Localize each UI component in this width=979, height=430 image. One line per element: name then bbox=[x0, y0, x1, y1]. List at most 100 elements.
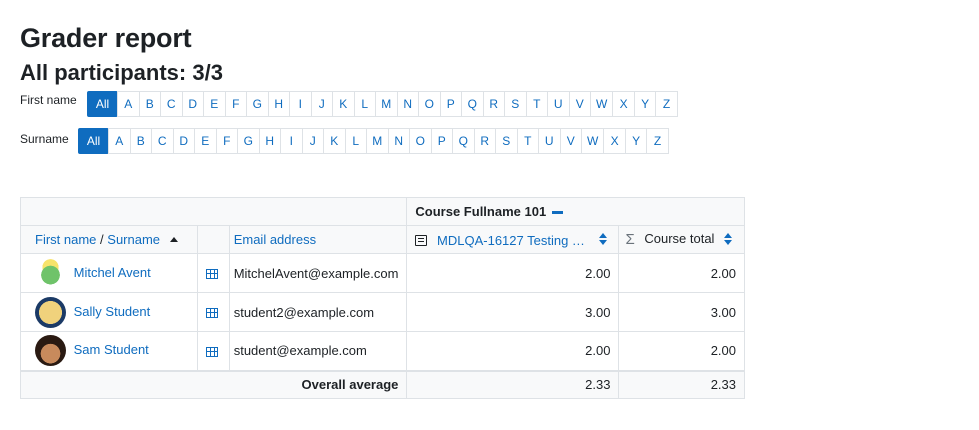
first-name-initial-c-button[interactable]: C bbox=[160, 91, 183, 117]
assignment-icon bbox=[415, 234, 428, 246]
user-report-cell bbox=[196, 331, 230, 371]
assignment-column-header: MDLQA-16127 Testing M... bbox=[406, 225, 620, 254]
surname-initial-p-button[interactable]: P bbox=[430, 128, 453, 154]
course-name: Course Fullname 101 bbox=[415, 204, 547, 219]
user-report-icon[interactable] bbox=[205, 346, 218, 357]
surname-initial-x-button[interactable]: X bbox=[603, 128, 626, 154]
surname-initial-l-button[interactable]: L bbox=[344, 128, 367, 154]
sort-assignment-icon[interactable] bbox=[598, 233, 607, 246]
avatar[interactable] bbox=[35, 257, 66, 289]
first-name-initial-b-button[interactable]: B bbox=[138, 91, 161, 117]
avatar[interactable] bbox=[35, 296, 66, 328]
first-name-initial-q-button[interactable]: Q bbox=[461, 91, 484, 117]
surname-initial-y-button[interactable]: Y bbox=[624, 128, 648, 154]
user-report-icon[interactable] bbox=[205, 308, 218, 319]
first-name-initial-v-button[interactable]: V bbox=[568, 91, 591, 117]
total-cell[interactable]: 3.00 bbox=[618, 292, 745, 332]
surname-initial-q-button[interactable]: Q bbox=[452, 128, 475, 154]
header-row-category: Course Fullname 101 bbox=[19, 197, 745, 226]
surname-initial-o-button[interactable]: O bbox=[409, 128, 432, 154]
user-report-icon[interactable] bbox=[205, 269, 218, 280]
surname-initial-j-button[interactable]: J bbox=[301, 128, 324, 154]
surname-initial-g-button[interactable]: G bbox=[237, 128, 260, 154]
surname-initial-c-button[interactable]: C bbox=[151, 128, 174, 154]
surname-initial-all-button[interactable]: All bbox=[78, 128, 109, 154]
sort-first-name-link[interactable]: First name bbox=[35, 232, 96, 247]
first-name-initial-f-button[interactable]: F bbox=[224, 91, 247, 117]
surname-initial-w-button[interactable]: W bbox=[581, 128, 605, 154]
surname-initial-d-button[interactable]: D bbox=[172, 128, 195, 154]
sort-email-link[interactable]: Email address bbox=[234, 232, 316, 247]
surname-initial-f-button[interactable]: F bbox=[215, 128, 238, 154]
surname-initial-k-button[interactable]: K bbox=[323, 128, 346, 154]
sigma-icon: Σ bbox=[625, 231, 635, 249]
surname-initial-b-button[interactable]: B bbox=[129, 128, 152, 154]
user-report-cell bbox=[196, 292, 230, 332]
sort-surname-link[interactable]: Surname bbox=[107, 232, 160, 247]
surname-initial-n-button[interactable]: N bbox=[387, 128, 410, 154]
surname-initial-t-button[interactable]: T bbox=[516, 128, 539, 154]
first-name-initial-g-button[interactable]: G bbox=[246, 91, 269, 117]
collapse-icon[interactable] bbox=[551, 211, 563, 215]
course-category-header: Course Fullname 101 bbox=[406, 197, 745, 226]
page-title: Grader report bbox=[20, 23, 192, 53]
first-name-initial-d-button[interactable]: D bbox=[181, 91, 204, 117]
first-name-initial-a-button[interactable]: A bbox=[117, 91, 140, 117]
user-cell: Sam Student bbox=[20, 331, 198, 371]
first-name-initial-k-button[interactable]: K bbox=[332, 91, 355, 117]
surname-initial-m-button[interactable]: M bbox=[366, 128, 389, 154]
user-cell: Sally Student bbox=[20, 292, 198, 332]
surname-initial-u-button[interactable]: U bbox=[538, 128, 561, 154]
assignment-link[interactable]: MDLQA-16127 Testing M... bbox=[437, 233, 589, 248]
total-cell[interactable]: 2.00 bbox=[618, 253, 745, 293]
surname-initials-bar: Surname All A B C D E F G H I J K L M N O P Q R S T U V W X Y Z bbox=[20, 128, 979, 154]
first-name-initial-all-button[interactable]: All bbox=[87, 91, 118, 117]
surname-initial-e-button[interactable]: E bbox=[194, 128, 217, 154]
sort-course-total-icon[interactable] bbox=[724, 232, 733, 245]
first-name-initial-y-button[interactable]: Y bbox=[633, 91, 657, 117]
surname-initial-i-button[interactable]: I bbox=[280, 128, 303, 154]
first-name-initial-x-button[interactable]: X bbox=[612, 91, 635, 117]
first-name-initial-w-button[interactable]: W bbox=[590, 91, 614, 117]
first-name-initial-z-button[interactable]: Z bbox=[655, 91, 678, 117]
surname-initial-v-button[interactable]: V bbox=[559, 128, 582, 154]
first-name-initial-r-button[interactable]: R bbox=[482, 91, 505, 117]
header-row-columns: First name / Surname Email address MDLQA… bbox=[20, 225, 745, 254]
first-name-initial-m-button[interactable]: M bbox=[375, 91, 398, 117]
first-name-initial-h-button[interactable]: H bbox=[267, 91, 290, 117]
avatar[interactable] bbox=[35, 335, 66, 367]
surname-initial-r-button[interactable]: R bbox=[473, 128, 496, 154]
first-name-initial-p-button[interactable]: P bbox=[439, 91, 462, 117]
grade-cell[interactable]: 2.00 bbox=[406, 253, 620, 293]
surname-initial-h-button[interactable]: H bbox=[258, 128, 281, 154]
surname-initials-label: Surname bbox=[20, 132, 69, 146]
first-name-initial-u-button[interactable]: U bbox=[547, 91, 570, 117]
first-name-initial-s-button[interactable]: S bbox=[504, 91, 527, 117]
first-name-initial-e-button[interactable]: E bbox=[203, 91, 226, 117]
user-name-link[interactable]: Sam Student bbox=[74, 342, 149, 357]
first-name-initial-t-button[interactable]: T bbox=[525, 91, 548, 117]
sort-asc-icon bbox=[169, 237, 178, 242]
header-blank-cell bbox=[19, 197, 408, 226]
grade-cell[interactable]: 2.00 bbox=[406, 331, 620, 371]
first-name-initial-i-button[interactable]: I bbox=[289, 91, 312, 117]
first-name-initial-j-button[interactable]: J bbox=[310, 91, 333, 117]
first-name-initial-l-button[interactable]: L bbox=[353, 91, 376, 117]
total-cell[interactable]: 2.00 bbox=[618, 331, 745, 371]
average-total-cell: 2.33 bbox=[618, 369, 745, 399]
user-name-link[interactable]: Mitchel Avent bbox=[74, 264, 151, 279]
user-name-link[interactable]: Sally Student bbox=[74, 303, 151, 318]
surname-initial-a-button[interactable]: A bbox=[108, 128, 131, 154]
first-name-initial-o-button[interactable]: O bbox=[418, 91, 441, 117]
grade-cell[interactable]: 3.00 bbox=[406, 292, 620, 332]
name-separator: / bbox=[100, 232, 104, 247]
surname-initial-s-button[interactable]: S bbox=[495, 128, 518, 154]
participants-heading: All participants: 3/3 bbox=[20, 60, 223, 85]
course-total-label: Course total bbox=[644, 230, 715, 246]
first-name-initials-label: First name bbox=[20, 93, 77, 107]
first-name-initials-bar: First name All A B C D E F G H I J K L M N O P Q R S T U V W X Y Z bbox=[20, 91, 979, 117]
first-name-initial-n-button[interactable]: N bbox=[396, 91, 419, 117]
email-cell: student2@example.com bbox=[228, 292, 408, 332]
actions-column-header bbox=[196, 225, 230, 254]
surname-initial-z-button[interactable]: Z bbox=[646, 128, 669, 154]
